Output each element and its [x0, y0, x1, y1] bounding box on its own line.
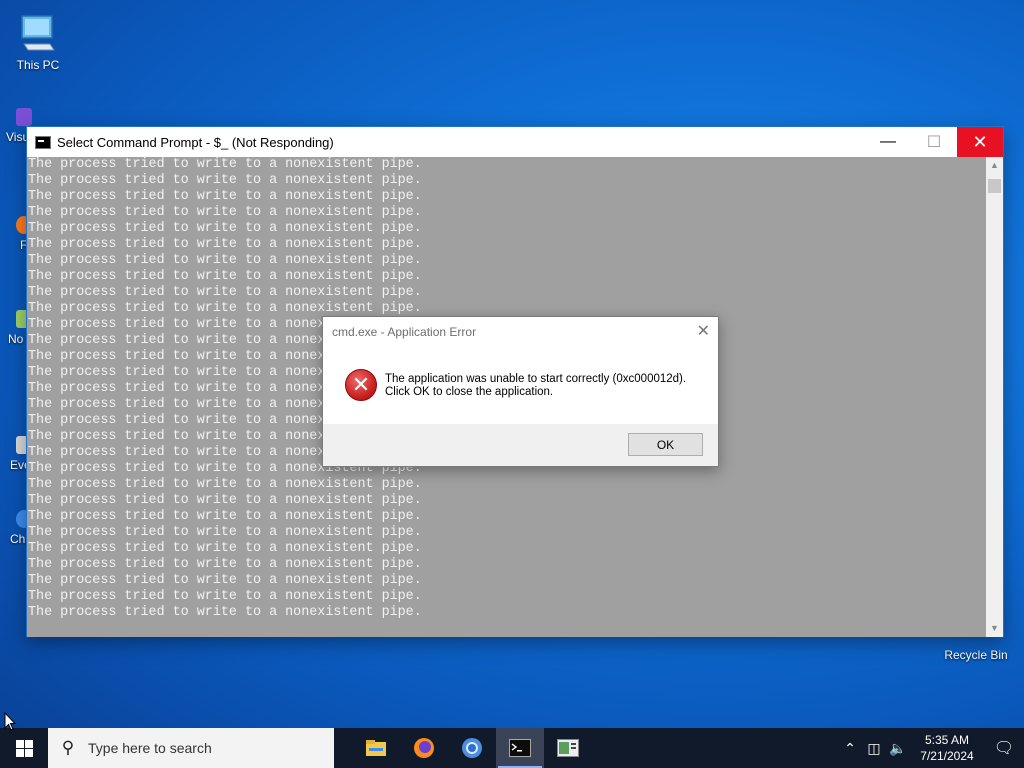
cmd-window-title: Select Command Prompt - $_ (Not Respondi… [57, 134, 334, 150]
monitor-icon [16, 10, 60, 54]
volume-muted-icon[interactable]: 🔈 [886, 740, 910, 757]
taskbar-task-manager[interactable] [544, 728, 592, 768]
chrome-icon [462, 738, 482, 758]
scroll-down-icon[interactable]: ▼ [986, 620, 1003, 637]
console-line: The process tried to write to a nonexist… [28, 221, 422, 236]
dialog-footer: OK [323, 424, 718, 466]
dialog-message-line-1: The application was unable to start corr… [385, 373, 687, 385]
console-line: The process tried to write to a nonexist… [28, 509, 422, 524]
console-line: The process tried to write to a nonexist… [28, 605, 422, 620]
taskbar-search-box[interactable]: ⚲ Type here to search [48, 728, 334, 768]
console-line: The process tried to write to a nonexist… [28, 477, 422, 492]
mouse-cursor-icon [4, 712, 16, 731]
minimize-button[interactable]: — [865, 127, 911, 157]
vertical-scrollbar[interactable]: ▲ ▼ [986, 157, 1003, 637]
close-button[interactable]: ✕ [957, 127, 1003, 157]
dialog-close-icon[interactable]: ✕ [697, 321, 710, 341]
this-pc-label: This PC [16, 58, 60, 72]
clock[interactable]: 5:35 AM 7/21/2024 [910, 732, 984, 764]
command-prompt-icon [35, 135, 51, 149]
console-line: The process tried to write to a nonexist… [28, 525, 422, 540]
command-prompt-icon [509, 739, 531, 757]
taskbar-file-explorer[interactable] [352, 728, 400, 768]
notifications-icon[interactable]: 🗨 [984, 738, 1024, 758]
search-icon: ⚲ [61, 738, 75, 757]
console-line: The process tried to write to a nonexist… [28, 173, 422, 188]
ok-button[interactable]: OK [628, 433, 703, 456]
console-line: The process tried to write to a nonexist… [28, 189, 422, 204]
dialog-titlebar[interactable]: cmd.exe - Application Error ✕ [323, 317, 718, 347]
console-line: The process tried to write to a nonexist… [28, 205, 422, 220]
scroll-thumb[interactable] [988, 179, 1001, 193]
console-line: The process tried to write to a nonexist… [28, 557, 422, 572]
recycle-bin-label: Recycle Bin [944, 648, 1008, 662]
dialog-message: The application was unable to start corr… [385, 373, 686, 399]
console-line: The process tried to write to a nonexist… [28, 157, 422, 172]
start-button[interactable] [0, 728, 48, 768]
console-line: The process tried to write to a nonexist… [28, 253, 422, 268]
console-line: The process tried to write to a nonexist… [28, 493, 422, 508]
clock-time: 5:35 AM [924, 733, 970, 747]
search-placeholder: Type here to search [88, 740, 212, 756]
taskbar-command-prompt[interactable] [496, 728, 544, 768]
console-line: The process tried to write to a nonexist… [28, 589, 422, 604]
windows-logo-icon [15, 739, 33, 757]
this-pc-desktop-icon[interactable]: This PC [0, 10, 76, 72]
console-line: The process tried to write to a nonexist… [28, 237, 422, 252]
scroll-up-icon[interactable]: ▲ [986, 157, 1003, 174]
error-icon: ✕ [345, 369, 377, 401]
firefox-icon [414, 738, 434, 758]
chevron-up-icon[interactable]: ⌃ [838, 740, 862, 757]
taskbar-firefox[interactable] [400, 728, 448, 768]
task-manager-icon [557, 739, 579, 757]
console-line: The process tried to write to a nonexist… [28, 269, 422, 284]
console-line: The process tried to write to a nonexist… [28, 285, 422, 300]
console-line: The process tried to write to a nonexist… [28, 301, 422, 316]
clock-date: 7/21/2024 [920, 749, 974, 763]
dialog-content: ✕ The application was unable to start co… [323, 347, 718, 425]
maximize-button[interactable]: ☐ [911, 127, 957, 157]
console-line: The process tried to write to a nonexist… [28, 573, 422, 588]
application-error-dialog[interactable]: cmd.exe - Application Error ✕ ✕ The appl… [322, 316, 719, 467]
system-tray: ⌃ ◫ 🔈 5:35 AM 7/21/2024 🗨 [838, 728, 1024, 768]
file-explorer-icon [366, 740, 386, 756]
taskbar-chrome[interactable] [448, 728, 496, 768]
visual-studio-icon [16, 108, 32, 126]
taskbar: ⚲ Type here to search ⌃ ◫ 🔈 5:35 AM 7/21… [0, 728, 1024, 768]
dialog-message-line-2: Click OK to close the application. [385, 386, 554, 398]
console-line: The process tried to write to a nonexist… [28, 541, 422, 556]
dialog-title: cmd.exe - Application Error [332, 325, 477, 339]
network-icon[interactable]: ◫ [862, 740, 886, 757]
cmd-titlebar[interactable]: Select Command Prompt - $_ (Not Respondi… [27, 127, 1003, 157]
